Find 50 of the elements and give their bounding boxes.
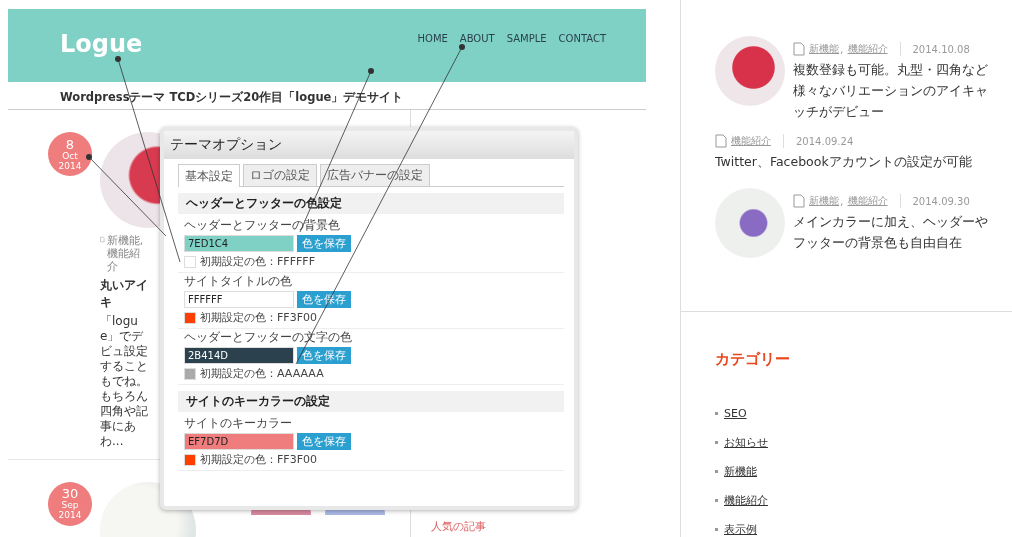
category-link[interactable]: 新機能 — [724, 464, 757, 479]
nav-link[interactable]: ABOUT — [459, 33, 495, 44]
color-swatch — [184, 453, 196, 466]
sidebar-heading: カテゴリー — [715, 350, 791, 369]
category-link[interactable]: お知らせ — [724, 435, 768, 450]
field-label: ヘッダーとフッターの文字の色 — [184, 330, 353, 345]
color-input-field[interactable]: EF7D7D — [184, 433, 294, 450]
nav-link[interactable]: SAMPLE — [506, 33, 547, 44]
color-input-field[interactable]: FFFFFF — [184, 291, 294, 308]
tab[interactable]: ロゴの設定 — [243, 164, 317, 186]
default-color-text: 初期設定の色：AAAAAA — [200, 366, 324, 381]
panel-title: テーマオプション — [170, 136, 283, 154]
color-swatch — [184, 311, 196, 324]
post-date: 2014.10.08 — [912, 43, 970, 55]
default-color-text: 初期設定の色：FFFFFF — [200, 254, 315, 269]
category-link[interactable]: SEO — [724, 407, 747, 420]
post-date: 2014.09.30 — [912, 195, 970, 207]
post-date: 2014.09.24 — [796, 135, 854, 147]
category-link[interactable]: 表示例 — [724, 522, 757, 537]
default-color-text: 初期設定の色：FF3F00 — [200, 452, 317, 467]
color-swatch — [184, 367, 196, 380]
document-icon — [793, 194, 805, 209]
field-label: サイトのキーカラー — [184, 416, 293, 431]
tab[interactable]: 基本設定 — [178, 164, 240, 187]
date-badge: 30 Sep 2014 — [48, 481, 92, 526]
document-icon — [100, 234, 105, 245]
category-link[interactable]: 機能紹介 — [724, 493, 768, 508]
nav-link[interactable]: HOME — [417, 33, 448, 44]
color-input-field[interactable]: 2B414D — [184, 347, 294, 364]
post-title[interactable]: 複数登録も可能。丸型・四角など様々なバリエーションのアイキャッチがデビュー — [793, 60, 993, 123]
post-title[interactable]: Twitter、Facebookアカウントの設定が可能 — [715, 152, 1005, 173]
post-title[interactable]: 丸いアイキ — [100, 276, 150, 311]
post-categories: 新機能, 機能紹介 — [106, 234, 145, 274]
date-badge: 8 Oct 2014 — [48, 132, 92, 176]
separator-text: , — [840, 42, 844, 56]
field-label: ヘッダーとフッターの背景色 — [184, 218, 341, 233]
color-swatch — [184, 255, 196, 268]
default-color-text: 初期設定の色：FF3F00 — [200, 310, 317, 325]
site-tagline: Wordpressテーマ TCDシリーズ20作目「logue」デモサイト — [8, 82, 646, 110]
color-input-field[interactable]: 7ED1C4 — [184, 235, 294, 252]
post-title[interactable]: メインカラーに加え、ヘッダーやフッターの背景色も自由自在 — [793, 212, 993, 254]
separator-text: , — [840, 194, 844, 208]
field-label: サイトタイトルの色 — [184, 274, 293, 289]
section-heading: サイトのキーカラーの設定 — [178, 391, 564, 412]
post-excerpt: 「logue」でデビュ設定することもでね。もちろん四角や記事にあわ... — [100, 313, 149, 449]
nav-link[interactable]: CONTACT — [558, 33, 606, 44]
document-icon — [793, 42, 805, 56]
section-heading: ヘッダーとフッターの色設定 — [178, 193, 564, 214]
document-icon — [715, 134, 727, 149]
section-heading: 人気の記事 — [430, 519, 487, 535]
